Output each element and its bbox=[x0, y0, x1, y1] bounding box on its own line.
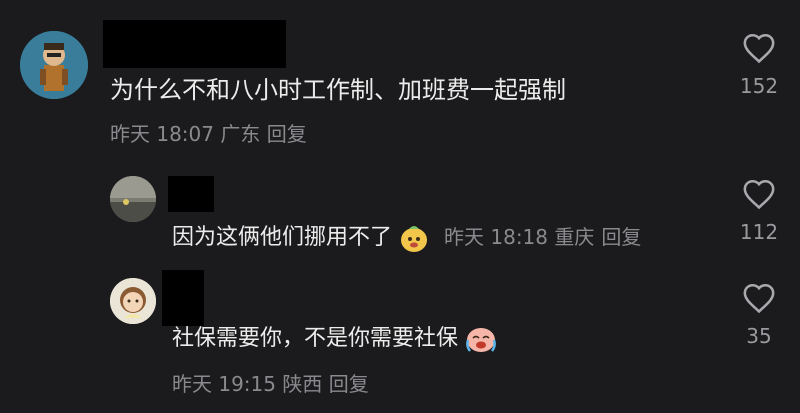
like-count: 112 bbox=[739, 220, 779, 244]
like-column: 35 bbox=[730, 282, 788, 348]
reply-line: 因为这俩他们挪用不了 昨天 18:18 重庆 回复 bbox=[172, 222, 641, 253]
like-count: 35 bbox=[746, 324, 772, 348]
reply-button[interactable]: 回复 bbox=[329, 372, 369, 396]
redacted-username bbox=[162, 270, 204, 326]
reply-time-location: 昨天 18:18 重庆 bbox=[444, 225, 595, 249]
heart-icon[interactable] bbox=[742, 32, 776, 64]
comment-time-location: 昨天 18:07 广东 bbox=[110, 122, 261, 146]
comment-meta: 昨天 18:07 广东 回复 bbox=[110, 120, 307, 148]
reply-avatar[interactable] bbox=[110, 278, 156, 324]
reply-line: 社保需要你，不是你需要社保 bbox=[172, 324, 497, 354]
reply-button[interactable]: 回复 bbox=[267, 122, 307, 146]
comment-text: 为什么不和八小时工作制、加班费一起强制 bbox=[110, 76, 566, 104]
reply-avatar[interactable] bbox=[110, 176, 156, 222]
reply-meta: 昨天 19:15 陕西 回复 bbox=[172, 370, 369, 398]
comment-text: 社保需要你，不是你需要社保 bbox=[172, 326, 459, 351]
heart-icon[interactable] bbox=[742, 178, 776, 210]
like-count: 152 bbox=[739, 74, 779, 98]
reply-time-location: 昨天 19:15 陕西 bbox=[172, 372, 323, 396]
dog-emoji-icon bbox=[399, 223, 429, 253]
like-column: 152 bbox=[730, 32, 788, 98]
redacted-username bbox=[168, 176, 214, 212]
redacted-username bbox=[103, 20, 286, 68]
comment-text: 因为这俩他们挪用不了 bbox=[172, 225, 393, 250]
like-column: 112 bbox=[730, 178, 788, 244]
heart-icon[interactable] bbox=[742, 282, 776, 314]
reply-button[interactable]: 回复 bbox=[601, 225, 641, 249]
crying-emoji-icon bbox=[465, 324, 497, 354]
comment-avatar[interactable] bbox=[20, 31, 88, 99]
